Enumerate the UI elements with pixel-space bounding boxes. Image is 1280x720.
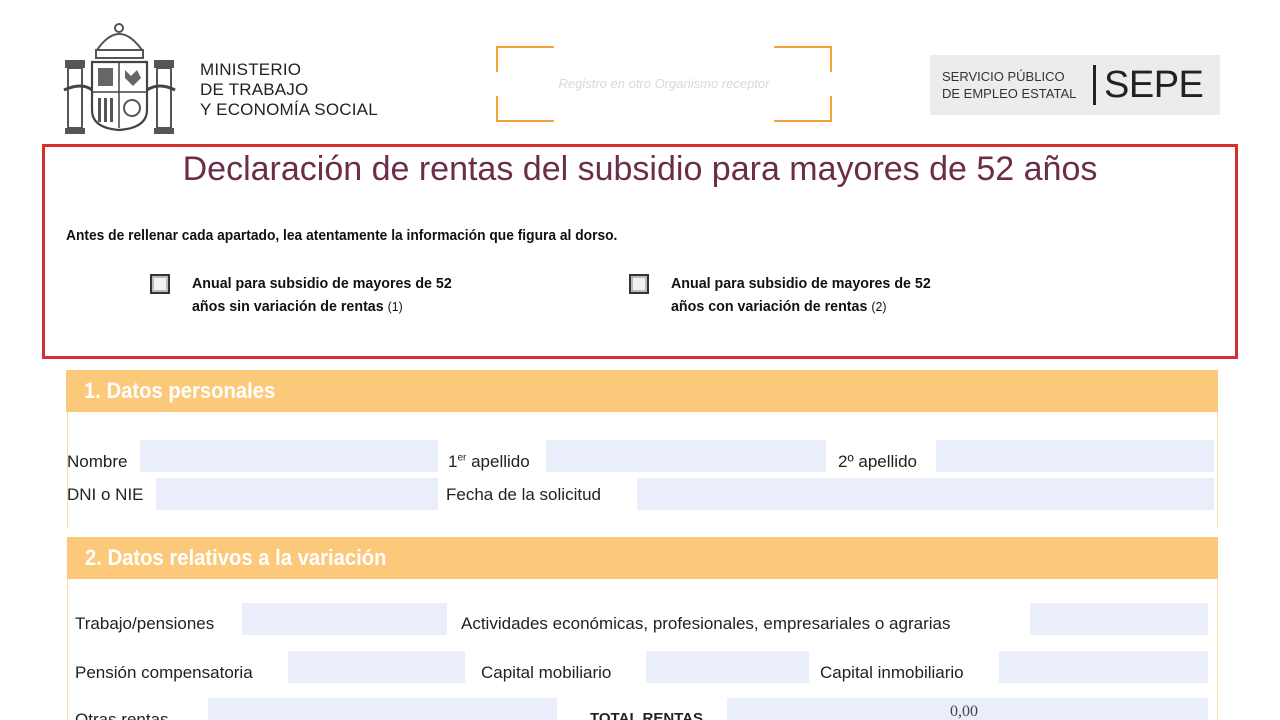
section-1-title: 1. Datos personales [84,378,276,403]
nombre-input[interactable] [140,440,438,472]
label-nombre: Nombre [67,452,128,471]
label-dni: DNI o NIE [67,485,144,504]
apellido-1-suffix: apellido [466,452,530,471]
page-title: Declaración de rentas del subsidio para … [182,150,1098,188]
ministry-name: MINISTERIO DE TRABAJO Y ECONOMÍA SOCIAL [200,60,378,120]
sepe-divider [1093,65,1096,105]
option-2-line-2: años con variación de rentas [671,298,868,315]
registro-stamp-area: Registro en otro Organismo receptor [496,46,832,122]
coat-of-arms-icon [63,23,176,134]
section-2-title: 2. Datos relativos a la variación [85,545,387,570]
section-header-datos-personales: 1. Datos personales [66,370,1218,412]
sepe-logo: SERVICIO PÚBLICO DE EMPLEO ESTATAL SEPE [930,55,1220,115]
option-2-note: (2) [871,299,887,314]
sepe-subtitle-line-2: DE EMPLEO ESTATAL [942,86,1077,101]
trabajo-pensiones-input[interactable] [242,603,447,635]
label-otras-rentas: Otras rentas [75,710,169,720]
option-1-line-1: Anual para subsidio de mayores de 52 [192,275,452,292]
registro-corner-tr [774,46,832,72]
option-sin-variacion[interactable]: Anual para subsidio de mayores de 52 año… [150,272,465,318]
sepe-subtitle: SERVICIO PÚBLICO DE EMPLEO ESTATAL [942,68,1076,102]
sepe-subtitle-line-1: SERVICIO PÚBLICO [942,69,1065,84]
label-capital-inmobiliario: Capital inmobiliario [820,663,964,682]
fecha-solicitud-input[interactable] [637,478,1214,510]
option-1-line-2: años sin variación de rentas [192,298,384,315]
ministry-line-2: DE TRABAJO [200,80,309,99]
sepe-wordmark: SEPE [1104,64,1204,106]
capital-mobiliario-input[interactable] [646,651,809,683]
label-total-rentas: TOTAL RENTAS [590,710,704,720]
checkbox-con-variacion[interactable] [629,274,649,294]
option-con-variacion[interactable]: Anual para subsidio de mayores de 52 año… [629,272,944,318]
actividades-input[interactable] [1030,603,1208,635]
total-rentas-value: 0,00 [950,703,978,720]
apellido-1-input[interactable] [546,440,826,472]
label-pension-compensatoria: Pensión compensatoria [75,663,253,682]
capital-inmobiliario-input[interactable] [999,651,1208,683]
apellido-2-input[interactable] [936,440,1214,472]
otras-rentas-input[interactable] [208,698,557,720]
label-apellido-1: 1er apellido [448,452,530,472]
checkbox-sin-variacion[interactable] [150,274,170,294]
option-1-note: (1) [387,299,403,314]
option-sin-variacion-label: Anual para subsidio de mayores de 52 año… [192,272,452,318]
option-con-variacion-label: Anual para subsidio de mayores de 52 año… [671,272,931,318]
label-trabajo-pensiones: Trabajo/pensiones [75,614,215,633]
pension-compensatoria-input[interactable] [288,651,465,683]
dni-input[interactable] [156,478,438,510]
registro-label: Registro en otro Organismo receptor [558,76,770,91]
section-header-variacion: 2. Datos relativos a la variación [67,537,1218,579]
label-apellido-2: 2º apellido [838,452,917,471]
option-2-line-1: Anual para subsidio de mayores de 52 [671,275,931,292]
ministry-line-1: MINISTERIO [200,60,302,79]
label-capital-mobiliario: Capital mobiliario [481,663,612,682]
registro-corner-tl [496,46,554,72]
instruction-text: Antes de rellenar cada apartado, lea ate… [66,227,618,244]
label-fecha-solicitud: Fecha de la solicitud [446,485,601,504]
registro-corner-br [774,96,832,122]
ministry-line-3: Y ECONOMÍA SOCIAL [200,100,378,119]
registro-corner-bl [496,96,554,122]
label-actividades: Actividades económicas, profesionales, e… [461,614,951,633]
